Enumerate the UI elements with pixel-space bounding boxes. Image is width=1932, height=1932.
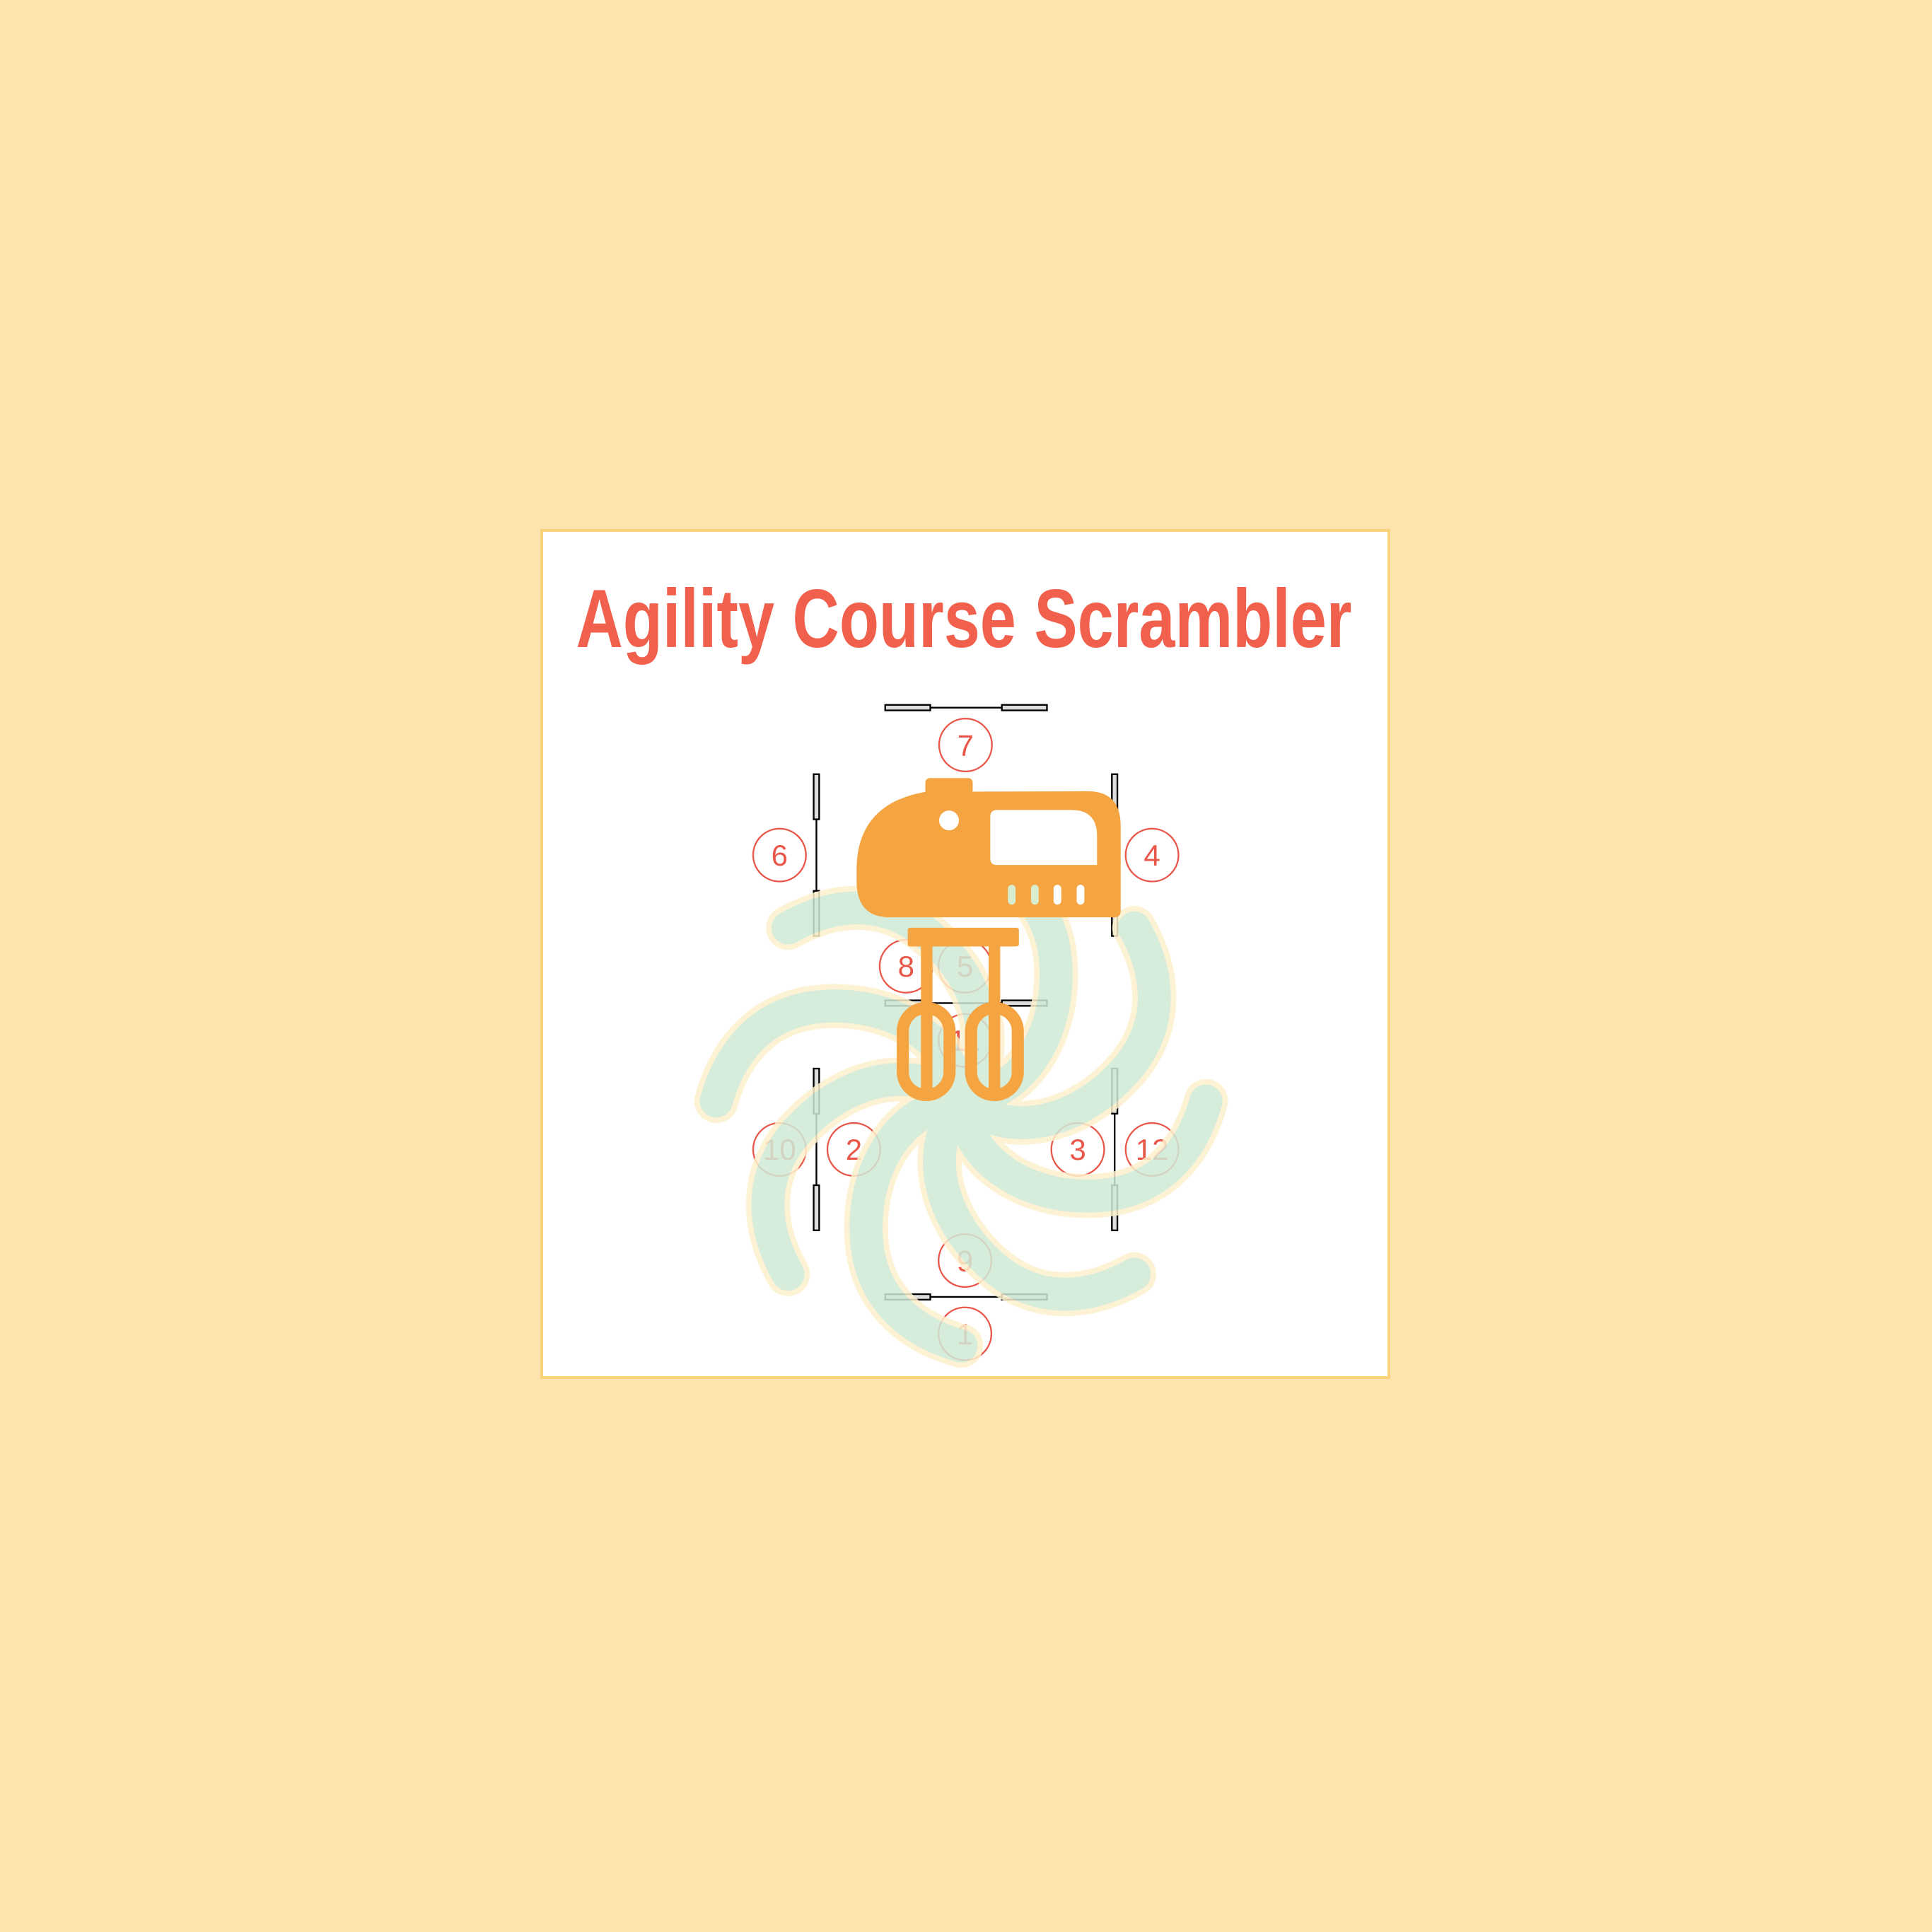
page-title: Agility Course Scrambler — [576, 572, 1351, 665]
jump-obstacle[interactable] — [884, 704, 1048, 711]
course-marker-number: 8 — [898, 950, 914, 983]
course-marker[interactable]: 4 — [1124, 827, 1180, 883]
course-marker-number: 3 — [1069, 1133, 1086, 1166]
course-marker[interactable]: 6 — [752, 827, 807, 883]
course-marker-number: 7 — [958, 728, 974, 762]
course-marker[interactable]: 7 — [938, 718, 993, 773]
course-marker-number: 6 — [772, 839, 788, 872]
course-canvas: Agility Course Scrambler 76 48 51110 2 3 1291 — [576, 572, 1352, 1368]
course-marker-number: 4 — [1144, 839, 1160, 872]
